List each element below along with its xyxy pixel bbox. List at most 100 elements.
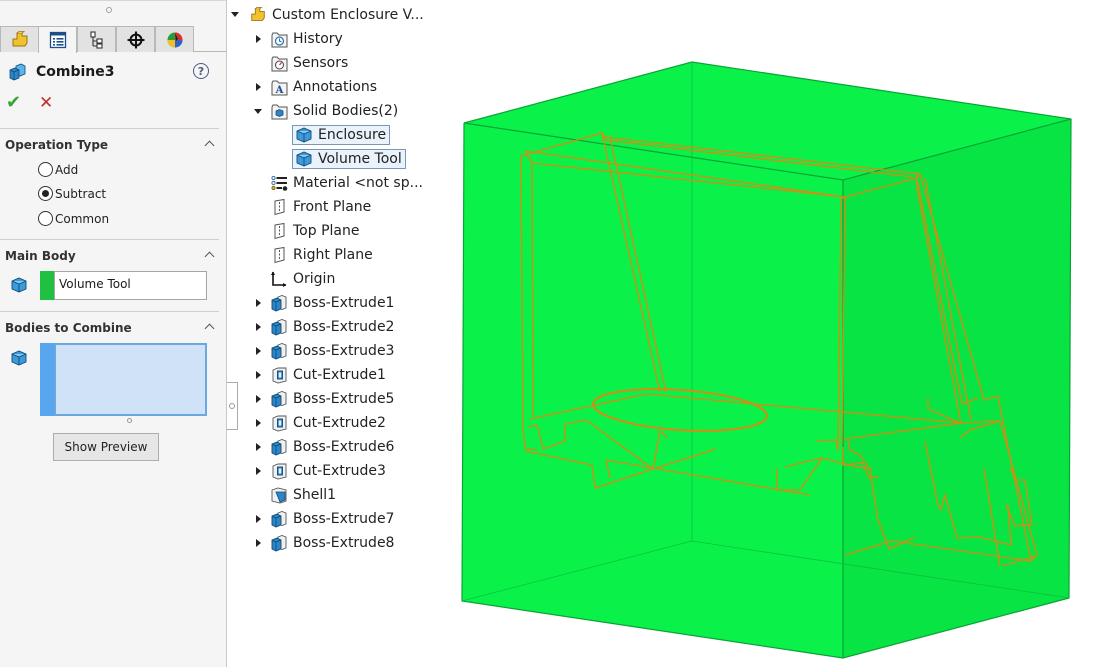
tree-expand-toggle[interactable] [256, 467, 261, 475]
tree-item[interactable]: Cut-Extrude3 [270, 460, 386, 482]
radio-common-circle[interactable] [38, 211, 53, 226]
tree-item[interactable]: Cut-Extrude1 [270, 364, 386, 386]
tree-expand-toggle[interactable] [256, 419, 261, 427]
tree-item[interactable]: Boss-Extrude7 [270, 508, 394, 530]
tree-item-content[interactable]: Solid Bodies(2) [270, 102, 398, 120]
tree-item[interactable]: A Annotations [270, 76, 377, 98]
tab-configurationmanager[interactable] [77, 26, 116, 52]
tree-expand-toggle[interactable] [256, 347, 261, 355]
operation-type-collapse-button[interactable] [204, 139, 214, 149]
tree-item[interactable]: Boss-Extrude8 [270, 532, 394, 554]
radio-add[interactable]: Add [38, 162, 78, 177]
tree-item-content[interactable]: Boss-Extrude3 [270, 342, 394, 360]
tree-root[interactable]: Custom Enclosure V... [249, 4, 424, 26]
cancel-button[interactable]: ✕ [39, 94, 53, 112]
tree-item-content[interactable]: Boss-Extrude6 [270, 438, 394, 456]
tree-item[interactable]: Boss-Extrude3 [270, 340, 394, 362]
tree-item-label: Shell1 [293, 487, 337, 503]
radio-subtract[interactable]: Subtract [38, 186, 106, 201]
tree-item-content[interactable]: Boss-Extrude8 [270, 534, 394, 552]
tree-item-content[interactable]: Front Plane [270, 198, 371, 216]
tree-expand-toggle[interactable] [256, 83, 261, 91]
solid-body-icon [296, 151, 312, 167]
tree-item[interactable]: Boss-Extrude5 [270, 388, 394, 410]
tree-item-content[interactable]: A Annotations [270, 78, 377, 96]
volume-tool-body[interactable] [461, 61, 1072, 659]
tree-item[interactable]: Boss-Extrude2 [270, 316, 394, 338]
tree-item-content[interactable]: Material <not sp... [270, 174, 423, 192]
tree-item-content[interactable]: Boss-Extrude5 [270, 390, 394, 408]
tree-item[interactable]: Solid Bodies(2) [270, 100, 398, 122]
help-button[interactable]: ? [193, 63, 209, 79]
tree-item-content[interactable]: Boss-Extrude2 [270, 318, 394, 336]
tree-item-content[interactable]: Volume Tool [292, 149, 406, 169]
tree-item[interactable]: Cut-Extrude2 [270, 412, 386, 434]
tree-item[interactable]: Enclosure [292, 124, 391, 146]
tree-expand-toggle[interactable] [256, 35, 261, 43]
bodies-to-combine-collapse-button[interactable] [204, 322, 214, 332]
main-body-collapse-button[interactable] [204, 250, 214, 260]
bodies-to-combine-selection-box[interactable] [54, 343, 207, 416]
tree-expand-toggle[interactable] [254, 109, 262, 114]
tree-item-label: Boss-Extrude8 [293, 535, 395, 551]
tree-item-content[interactable]: Sensors [270, 54, 348, 72]
tree-item-label: Cut-Extrude2 [293, 415, 386, 431]
tree-item-content[interactable]: Right Plane [270, 246, 373, 264]
tree-item-content[interactable]: Cut-Extrude3 [270, 462, 386, 480]
tree-item-content[interactable]: Enclosure [292, 125, 391, 145]
tree-expand-toggle[interactable] [256, 299, 261, 307]
radio-add-circle[interactable] [38, 162, 53, 177]
root-collapse-toggle[interactable] [231, 12, 239, 17]
panel-top-border [0, 0, 226, 1]
tree-item-content[interactable]: Cut-Extrude2 [270, 414, 386, 432]
tree-item[interactable]: Front Plane [270, 196, 371, 218]
show-preview-button[interactable]: Show Preview [53, 433, 159, 461]
annotations-folder-icon: A [271, 80, 288, 96]
model-view[interactable] [458, 0, 1117, 667]
tree-item[interactable]: Top Plane [270, 220, 359, 242]
tree-item[interactable]: Volume Tool [292, 148, 406, 170]
tree-item-label: Right Plane [293, 247, 373, 263]
tree-root-label: Custom Enclosure V... [272, 7, 424, 23]
tree-item-content[interactable]: Shell1 [270, 486, 336, 504]
tree-expand-toggle[interactable] [256, 515, 261, 523]
selection-box-resize-grip[interactable] [127, 418, 132, 423]
tab-displaymanager[interactable] [155, 26, 194, 52]
config-tree-icon [89, 30, 103, 49]
tab-featuremanager[interactable] [0, 26, 39, 52]
panel-resize-grip[interactable] [106, 7, 112, 13]
tree-item-content[interactable]: History [270, 30, 343, 48]
radio-subtract-circle[interactable] [38, 186, 53, 201]
tree-item-content[interactable]: Boss-Extrude1 [270, 294, 394, 312]
tree-item-label: Sensors [293, 55, 349, 71]
tree-item[interactable]: Sensors [270, 52, 348, 74]
tree-item-label: Boss-Extrude3 [293, 343, 395, 359]
tree-item-content[interactable]: Cut-Extrude1 [270, 366, 386, 384]
main-body-field[interactable]: Volume Tool [54, 271, 207, 300]
tab-propertymanager[interactable] [38, 26, 77, 53]
tree-expand-toggle[interactable] [256, 371, 261, 379]
solid-body-icon [11, 350, 27, 366]
graphics-viewport[interactable] [458, 0, 1117, 667]
tree-expand-toggle[interactable] [256, 443, 261, 451]
radio-common[interactable]: Common [38, 211, 109, 226]
tree-expand-toggle[interactable] [256, 539, 261, 547]
tree-item-content[interactable]: Boss-Extrude7 [270, 510, 394, 528]
divider [0, 239, 219, 240]
tree-expand-toggle[interactable] [256, 395, 261, 403]
tree-expand-toggle[interactable] [256, 323, 261, 331]
svg-text:A: A [275, 85, 284, 96]
tree-item[interactable]: Origin [270, 268, 335, 290]
volume-tool-front-face [462, 123, 843, 658]
tree-item[interactable]: Boss-Extrude6 [270, 436, 394, 458]
tree-item[interactable]: Material <not sp... [270, 172, 423, 194]
tab-dimxpertmanager[interactable] [116, 26, 155, 52]
feature-manager-tree: Custom Enclosure V... History Sensors A Ann… [228, 0, 458, 667]
tree-item-content[interactable]: Top Plane [270, 222, 359, 240]
tree-item[interactable]: Shell1 [270, 484, 336, 506]
tree-item[interactable]: History [270, 28, 343, 50]
ok-button[interactable]: ✔ [6, 94, 21, 112]
tree-item[interactable]: Boss-Extrude1 [270, 292, 394, 314]
tree-item-content[interactable]: Origin [270, 270, 335, 288]
tree-item[interactable]: Right Plane [270, 244, 373, 266]
